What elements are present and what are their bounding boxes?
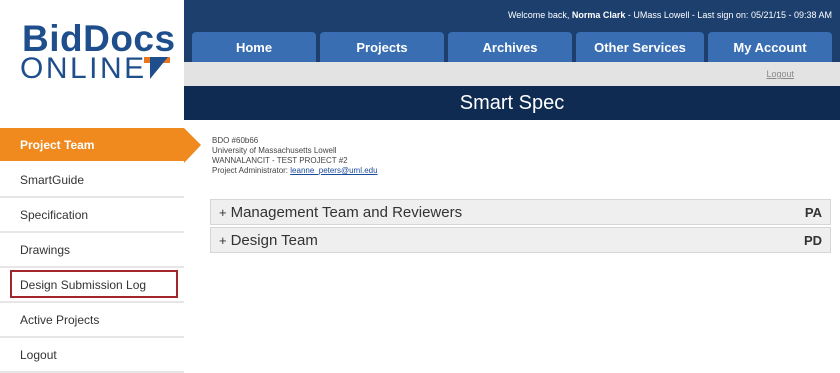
page-title: Smart Spec	[459, 91, 565, 114]
sidebar-item-specification[interactable]: Specification	[0, 198, 184, 233]
sidebar-item-logout[interactable]: Logout	[0, 338, 184, 373]
sidebar-item-label: Drawings	[20, 242, 71, 257]
welcome-message: Welcome back, Norma Clark - UMass Lowell…	[508, 10, 832, 20]
biddocs-logo[interactable]: BidDocs ONLINE	[0, 0, 184, 120]
project-admin-email-link[interactable]: leanne_peters@uml.edu	[290, 166, 377, 175]
logout-link[interactable]: Logout	[766, 69, 794, 79]
main-nav: Home Projects Archives Other Services My…	[184, 30, 840, 62]
tab-my-account[interactable]: My Account	[708, 32, 832, 62]
tab-archives[interactable]: Archives	[448, 32, 572, 62]
sidebar-item-label: Design Submission Log	[20, 277, 147, 292]
section-title: Design Team	[230, 231, 318, 249]
sub-toolbar: Logout	[184, 62, 840, 86]
welcome-suffix: - UMass Lowell - Last sign on: 05/21/15 …	[627, 10, 832, 20]
sidebar-item-drawings[interactable]: Drawings	[0, 233, 184, 268]
expand-plus-icon[interactable]: +	[219, 233, 227, 248]
section-header: + Design Team	[219, 232, 318, 249]
welcome-prefix: Welcome back,	[507, 10, 570, 20]
section-design-team[interactable]: + Design Team PD	[210, 227, 831, 253]
project-name: WANNALANCIT - TEST PROJECT #2	[212, 156, 348, 165]
project-organization: University of Massachusetts Lowell	[212, 146, 337, 155]
project-admin-label: Project Administrator:	[212, 166, 289, 175]
sidebar-item-label: Active Projects	[20, 312, 100, 327]
sidebar-item-active-projects[interactable]: Active Projects	[0, 303, 184, 338]
sidebar: Project Team SmartGuide Specification Dr…	[0, 128, 201, 373]
section-header: + Management Team and Reviewers	[219, 204, 462, 221]
sidebar-item-design-submission-log[interactable]: Design Submission Log	[0, 268, 184, 303]
user-name: Norma Clark	[571, 10, 626, 20]
expand-plus-icon[interactable]: +	[219, 205, 227, 220]
sidebar-item-label: SmartGuide	[20, 172, 85, 187]
logo-flag-icon	[150, 57, 168, 79]
sidebar-item-smartguide[interactable]: SmartGuide	[0, 163, 184, 198]
project-admin: Project Administrator: leanne_peters@uml…	[212, 166, 378, 176]
tab-home[interactable]: Home	[192, 32, 316, 62]
section-title: Management Team and Reviewers	[230, 203, 463, 221]
project-info: BDO #60b66 University of Massachusetts L…	[212, 136, 378, 176]
project-id: BDO #60b66	[212, 136, 259, 145]
section-code: PD	[803, 232, 822, 248]
page-title-bar: Smart Spec	[184, 86, 840, 120]
sidebar-item-label: Specification	[20, 207, 89, 222]
section-management-team[interactable]: + Management Team and Reviewers PA	[210, 199, 831, 225]
sidebar-item-label: Project Team	[20, 137, 95, 152]
section-code: PA	[804, 204, 822, 220]
logo-text-online: ONLINE	[20, 52, 147, 85]
tab-projects[interactable]: Projects	[320, 32, 444, 62]
tab-other-services[interactable]: Other Services	[576, 32, 704, 62]
sidebar-item-project-team[interactable]: Project Team	[0, 128, 201, 163]
sidebar-item-label: Logout	[20, 347, 57, 362]
header-welcome-bar: Welcome back, Norma Clark - UMass Lowell…	[184, 0, 840, 30]
team-accordion: + Management Team and Reviewers PA + Des…	[210, 199, 831, 255]
